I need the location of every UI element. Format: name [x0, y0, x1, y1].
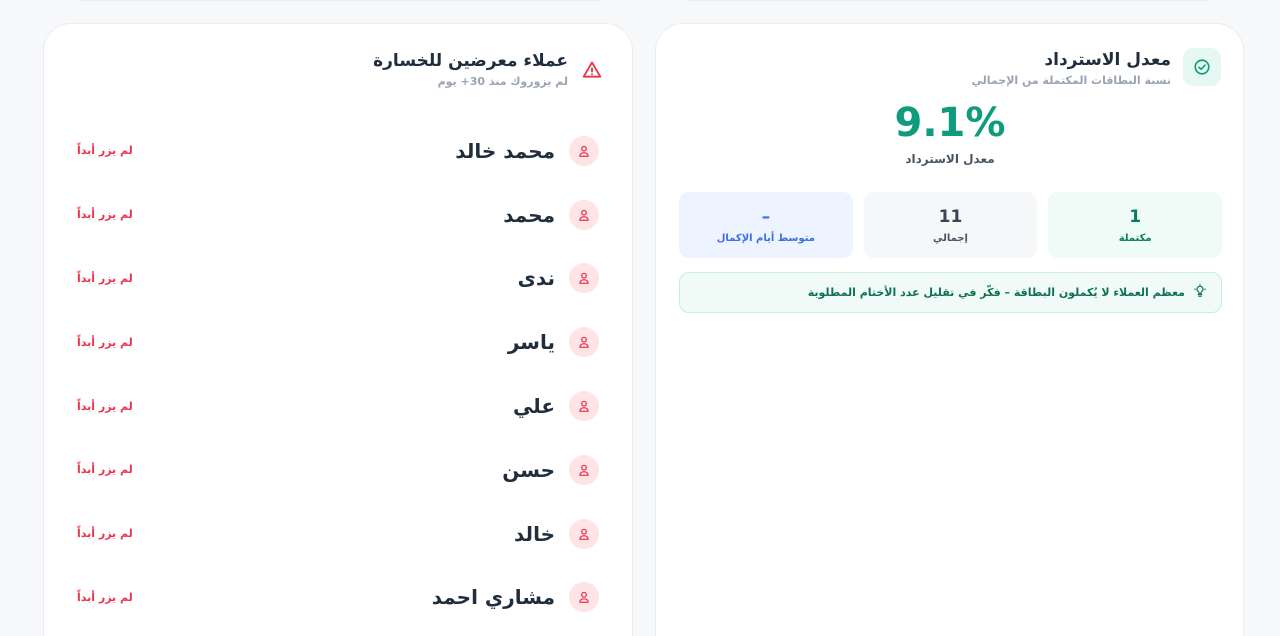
tip-text: معظم العملاء لا يُكملون البطاقة – فكّر ف…: [807, 286, 1185, 299]
user-icon: [569, 454, 599, 485]
at-risk-header: عملاء معرضين للخسارة لم يزوروك منذ 30+ ي…: [373, 48, 602, 88]
customer-status: لم يزر أبداً: [77, 399, 133, 413]
top-card-edge-left: [66, 0, 612, 1]
customer-name: حسن: [502, 457, 555, 482]
redemption-rate-value: 9.1%: [894, 100, 1006, 146]
customer-status: لم يزر أبداً: [77, 463, 133, 477]
user-icon: [569, 391, 599, 422]
customer-row[interactable]: حسن لم يزر أبداً: [77, 438, 599, 502]
stat-total-label: إجمالي: [933, 232, 968, 244]
customer-row[interactable]: علي لم يزر أبداً: [77, 374, 599, 438]
redemption-rate-label: معدل الاسترداد: [905, 152, 995, 166]
at-risk-title: عملاء معرضين للخسارة: [373, 51, 568, 71]
lightbulb-icon: [1193, 283, 1207, 302]
at-risk-customers-card: عملاء معرضين للخسارة لم يزوروك منذ 30+ ي…: [43, 23, 633, 636]
customer-row[interactable]: محمد خالد لم يزر أبداً: [77, 119, 599, 183]
customer-row[interactable]: ندى لم يزر أبداً: [77, 247, 599, 311]
at-risk-list: محمد خالد لم يزر أبداً محمد لم يزر أبداً…: [77, 119, 599, 629]
customer-name: ياسر: [507, 330, 555, 355]
redemption-title: معدل الاسترداد: [1044, 50, 1171, 70]
redemption-header: معدل الاسترداد نسبة البطاقات المكتملة من…: [971, 48, 1221, 87]
customer-status: لم يزر أبداً: [77, 335, 133, 349]
user-icon: [569, 263, 599, 294]
customer-status: لم يزر أبداً: [77, 208, 133, 222]
customer-status: لم يزر أبداً: [77, 527, 133, 541]
top-card-edge-right: [676, 0, 1222, 1]
customer-row[interactable]: محمد لم يزر أبداً: [77, 183, 599, 247]
customer-name: محمد: [503, 202, 555, 227]
check-circle-icon: [1183, 48, 1221, 86]
stat-total-value: 11: [938, 206, 963, 227]
stat-avg-days: – متوسط أيام الإكمال: [678, 192, 853, 258]
customer-name: ندى: [517, 266, 555, 291]
customer-name: مشاري احمد: [431, 585, 555, 610]
customer-name: خالد: [514, 521, 555, 546]
redemption-subtitle: نسبة البطاقات المكتملة من الإجمالي: [971, 74, 1172, 87]
redemption-tip: معظم العملاء لا يُكملون البطاقة – فكّر ف…: [679, 272, 1222, 313]
stat-completed-value: 1: [1129, 206, 1142, 227]
stat-avg-days-value: –: [761, 206, 771, 227]
redemption-rate-card: معدل الاسترداد نسبة البطاقات المكتملة من…: [655, 23, 1244, 636]
user-icon: [569, 582, 599, 613]
customer-row[interactable]: ياسر لم يزر أبداً: [77, 310, 599, 374]
customer-row[interactable]: مشاري احمد لم يزر أبداً: [77, 566, 599, 630]
customer-name: محمد خالد: [455, 138, 555, 163]
at-risk-subtitle: لم يزوروك منذ 30+ يوم: [437, 75, 568, 88]
user-icon: [569, 518, 599, 549]
customer-status: لم يزر أبداً: [77, 144, 133, 158]
redemption-stats: 1 مكتملة 11 إجمالي – متوسط أيام الإكمال: [678, 192, 1222, 258]
user-icon: [569, 135, 599, 166]
stat-completed-label: مكتملة: [1118, 232, 1152, 244]
user-icon: [569, 327, 599, 358]
stat-avg-days-label: متوسط أيام الإكمال: [716, 232, 815, 244]
customer-status: لم يزر أبداً: [77, 590, 133, 604]
stat-completed: 1 مكتملة: [1048, 192, 1222, 258]
user-icon: [569, 199, 599, 230]
warning-triangle-icon: [582, 48, 602, 84]
stat-total: 11 إجمالي: [863, 192, 1038, 258]
customer-name: علي: [512, 394, 555, 419]
customer-row[interactable]: خالد لم يزر أبداً: [77, 502, 599, 566]
customer-status: لم يزر أبداً: [77, 271, 133, 285]
